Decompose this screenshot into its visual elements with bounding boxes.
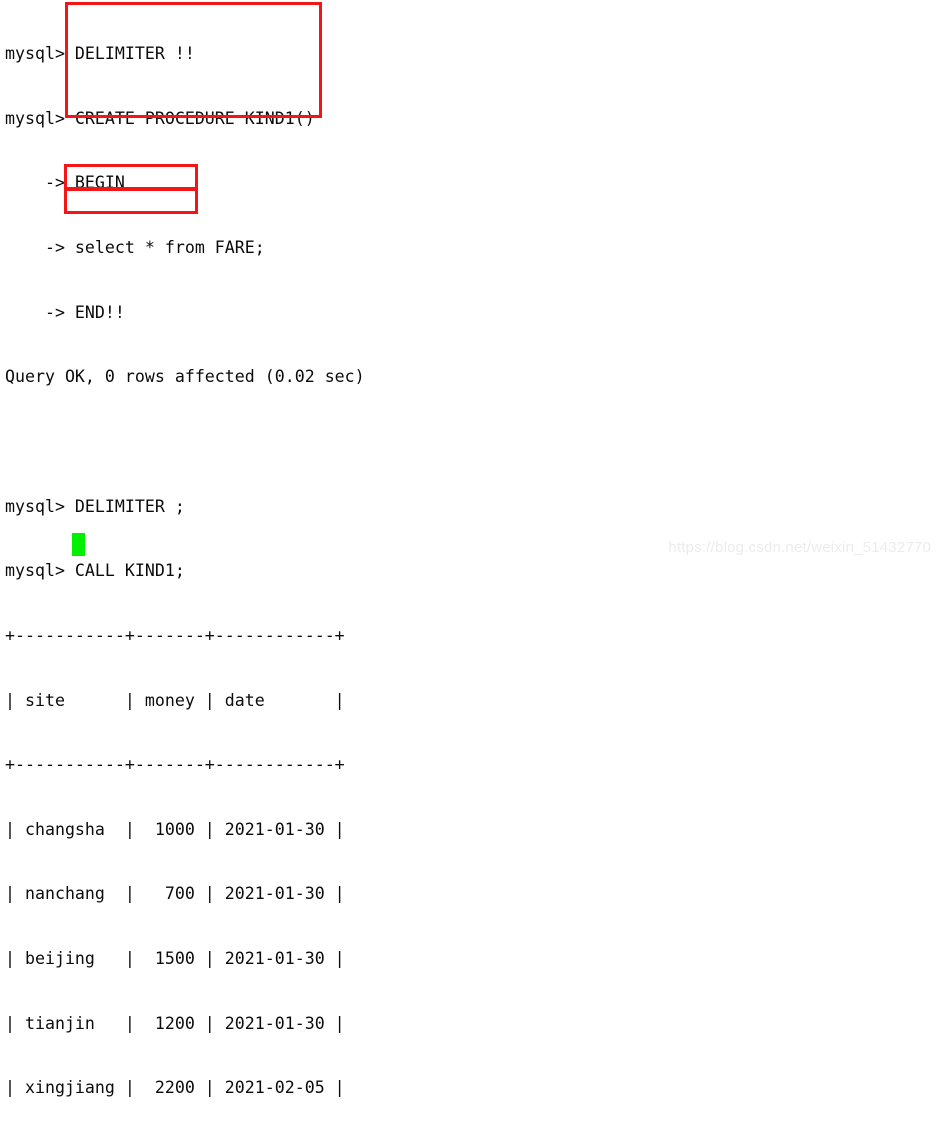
console-line: -> BEGIN <box>5 173 125 193</box>
table-row: | nanchang | 700 | 2021-01-30 | <box>5 884 345 904</box>
console-line: mysql> CALL KIND1; <box>5 561 185 581</box>
table-row: | beijing | 1500 | 2021-01-30 | <box>5 949 345 969</box>
console-line: mysql> DELIMITER ; <box>5 496 185 516</box>
table-row: | xingjiang | 2200 | 2021-02-05 | <box>5 1078 345 1098</box>
console-line: -> select * from FARE; <box>5 238 265 258</box>
terminal-window[interactable]: mysql> DELIMITER !! mysql> CREATE PROCED… <box>0 0 941 1097</box>
console-line: mysql> DELIMITER !! <box>5 44 195 64</box>
console-line-status: Query OK, 0 rows affected (0.02 sec) <box>5 367 365 387</box>
table-separator: +-----------+-------+------------+ <box>5 625 345 645</box>
table-separator: +-----------+-------+------------+ <box>5 755 345 775</box>
csdn-watermark: https://blog.csdn.net/weixin_51432770 <box>668 539 931 556</box>
console-output[interactable]: mysql> DELIMITER !! mysql> CREATE PROCED… <box>5 0 365 1132</box>
table-row: | changsha | 1000 | 2021-01-30 | <box>5 819 345 839</box>
table-header-row: | site | money | date | <box>5 690 345 710</box>
table-row: | tianjin | 1200 | 2021-01-30 | <box>5 1013 345 1033</box>
console-line: -> END!! <box>5 302 125 322</box>
console-line: mysql> CREATE PROCEDURE KIND1() <box>5 108 315 128</box>
text-cursor <box>72 533 85 556</box>
